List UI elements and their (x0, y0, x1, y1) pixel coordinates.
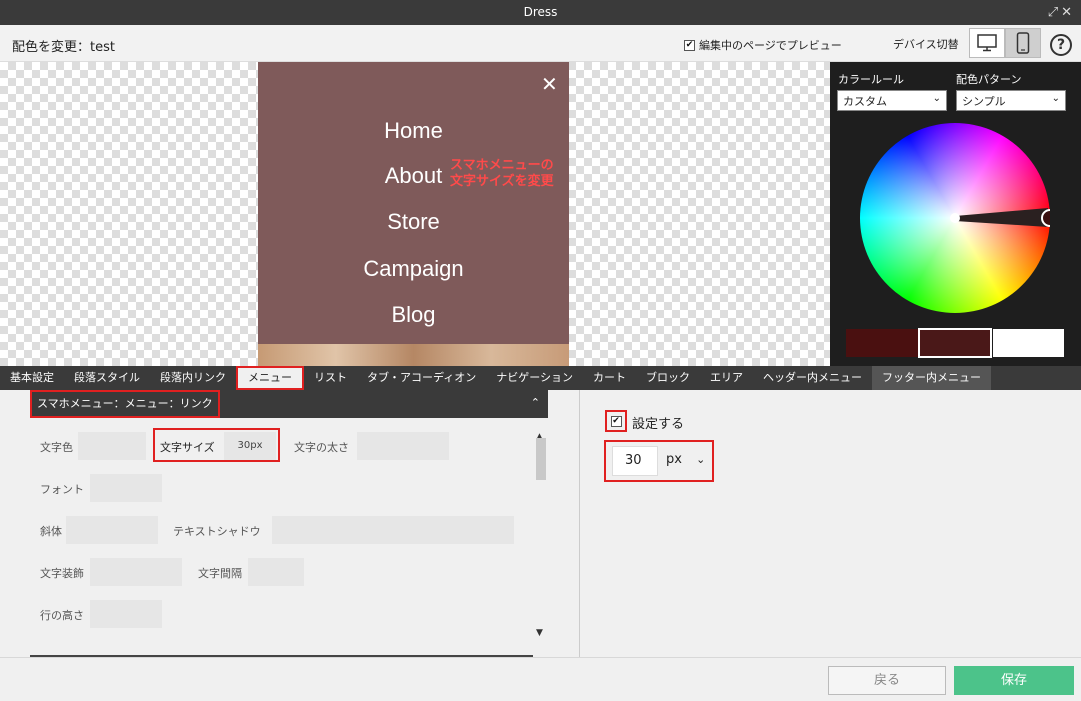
tab-basic[interactable]: 基本設定 (0, 366, 64, 390)
tab-list[interactable]: リスト (304, 366, 357, 390)
line-height-label: 行の高さ (40, 609, 84, 622)
tab-header-menu[interactable]: ヘッダー内メニュー (753, 366, 872, 390)
tab-bar: 基本設定 段落スタイル 段落内リンク メニュー リスト タブ・アコーディオン ナ… (0, 366, 1081, 390)
section-header[interactable]: スマホメニュー：メニュー：リンク ⌃ (30, 390, 548, 418)
annotation-line: 文字サイズを変更 (450, 174, 554, 189)
monitor-icon (977, 34, 997, 52)
letter-spacing-field[interactable] (248, 558, 304, 586)
tab-menu[interactable]: メニュー (236, 366, 304, 390)
enable-setting-checkbox[interactable]: ✔ (605, 410, 627, 432)
mobile-button[interactable] (1005, 28, 1041, 58)
header-photo (258, 344, 569, 366)
color-rule-label: カラールール (838, 73, 904, 86)
tab-accordion[interactable]: タブ・アコーディオン (357, 366, 486, 390)
scroll-thumb[interactable] (536, 438, 546, 480)
color-rule-select[interactable]: カスタム ⌄ (837, 90, 947, 111)
chevron-down-icon: ⌄ (1051, 93, 1060, 104)
check-icon: ✔ (610, 415, 622, 427)
decoration-field[interactable] (90, 558, 182, 586)
font-field[interactable] (90, 474, 162, 502)
device-switcher (969, 28, 1041, 58)
scroll-down-icon[interactable]: ▼ (536, 628, 543, 638)
tab-area[interactable]: エリア (700, 366, 753, 390)
preview-area: ✕ Home About Store Campaign Blog スマホメニュー… (0, 62, 830, 366)
chevron-down-icon: ⌄ (696, 453, 706, 466)
color-pattern-value: シンプル (962, 95, 1006, 108)
title-bar: Dress ⤢✕ (0, 0, 1081, 25)
preview-checkbox[interactable]: ✔ (684, 39, 695, 51)
color-panel: カラールール カスタム ⌄ 配色パターン シンプル ⌄ (830, 62, 1081, 366)
annotation-line: スマホメニューの (450, 158, 554, 173)
menu-link-home[interactable]: Home (258, 118, 569, 144)
color-pattern-select[interactable]: シンプル ⌄ (956, 90, 1066, 111)
menu-link-store[interactable]: Store (258, 209, 569, 235)
text-color-label: 文字色 (40, 441, 73, 454)
tab-paragraph-link[interactable]: 段落内リンク (150, 366, 236, 390)
text-shadow-field[interactable] (272, 516, 514, 544)
line-height-field[interactable] (90, 600, 162, 628)
font-label: フォント (40, 483, 84, 496)
desktop-button[interactable] (969, 28, 1005, 58)
header: 配色を変更：test ✔ 編集中のページでプレビュー デバイス切替 (0, 25, 1081, 62)
back-button[interactable]: 戻る (828, 666, 946, 695)
hue-pointer[interactable] (860, 123, 1050, 313)
tab-cart[interactable]: カート (583, 366, 636, 390)
window-title: Dress (523, 5, 558, 19)
text-color-field[interactable] (78, 432, 146, 460)
italic-field[interactable] (66, 516, 158, 544)
font-weight-field[interactable] (357, 432, 449, 460)
annotation: スマホメニューの 文字サイズを変更 (450, 158, 554, 190)
properties-panel: スマホメニュー：メニュー：リンク ⌃ 文字色 文字サイズ 30px 文字の太さ … (0, 390, 580, 657)
chevron-down-icon: ⌄ (932, 93, 941, 104)
enable-setting-label: 設定する (632, 417, 685, 432)
help-icon[interactable]: ? (1050, 34, 1072, 56)
color-wheel[interactable] (860, 123, 1050, 313)
unit-value: px (666, 452, 682, 467)
tab-footer-menu[interactable]: フッター内メニュー (872, 366, 992, 390)
decoration-label: 文字装飾 (40, 567, 84, 580)
preview-label: 編集中のページでプレビュー (699, 39, 842, 52)
italic-label: 斜体 (40, 525, 62, 538)
page-title: 配色を変更：test (12, 40, 115, 55)
unit-select[interactable]: px ⌄ (666, 452, 705, 467)
phone-icon (1016, 32, 1030, 54)
close-icon[interactable]: ✕ (541, 72, 558, 96)
color-rule-value: カスタム (843, 95, 887, 108)
color-swatch[interactable] (846, 329, 918, 357)
font-size-input[interactable]: 30 (612, 446, 658, 476)
letter-spacing-label: 文字間隔 (198, 567, 242, 580)
font-size-editor: 30 px ⌄ (604, 440, 714, 482)
font-size-field[interactable]: 30px (224, 432, 276, 460)
color-swatch[interactable] (993, 329, 1064, 357)
tab-navigation[interactable]: ナビゲーション (486, 366, 583, 390)
tab-paragraph-style[interactable]: 段落スタイル (64, 366, 150, 390)
chevron-up-icon[interactable]: ⌃ (531, 396, 540, 409)
section-title: スマホメニュー：メニュー：リンク (30, 390, 220, 418)
save-button[interactable]: 保存 (954, 666, 1074, 695)
device-label: デバイス切替 (893, 38, 959, 51)
footer: 戻る 保存 (0, 657, 1081, 701)
font-size-label: 文字サイズ (160, 441, 215, 454)
text-shadow-label: テキストシャドウ (173, 525, 261, 538)
window-controls[interactable]: ⤢✕ (1048, 0, 1075, 25)
phone-preview: ✕ Home About Store Campaign Blog スマホメニュー… (258, 62, 569, 366)
menu-link-blog[interactable]: Blog (258, 302, 569, 328)
color-pattern-label: 配色パターン (956, 73, 1022, 86)
menu-link-campaign[interactable]: Campaign (258, 256, 569, 282)
font-size-group: 文字サイズ 30px (153, 428, 280, 462)
tab-block[interactable]: ブロック (636, 366, 700, 390)
font-weight-label: 文字の太さ (294, 441, 349, 454)
preview-toggle[interactable]: ✔ 編集中のページでプレビュー (684, 37, 842, 53)
color-swatch-selected[interactable] (918, 328, 992, 358)
